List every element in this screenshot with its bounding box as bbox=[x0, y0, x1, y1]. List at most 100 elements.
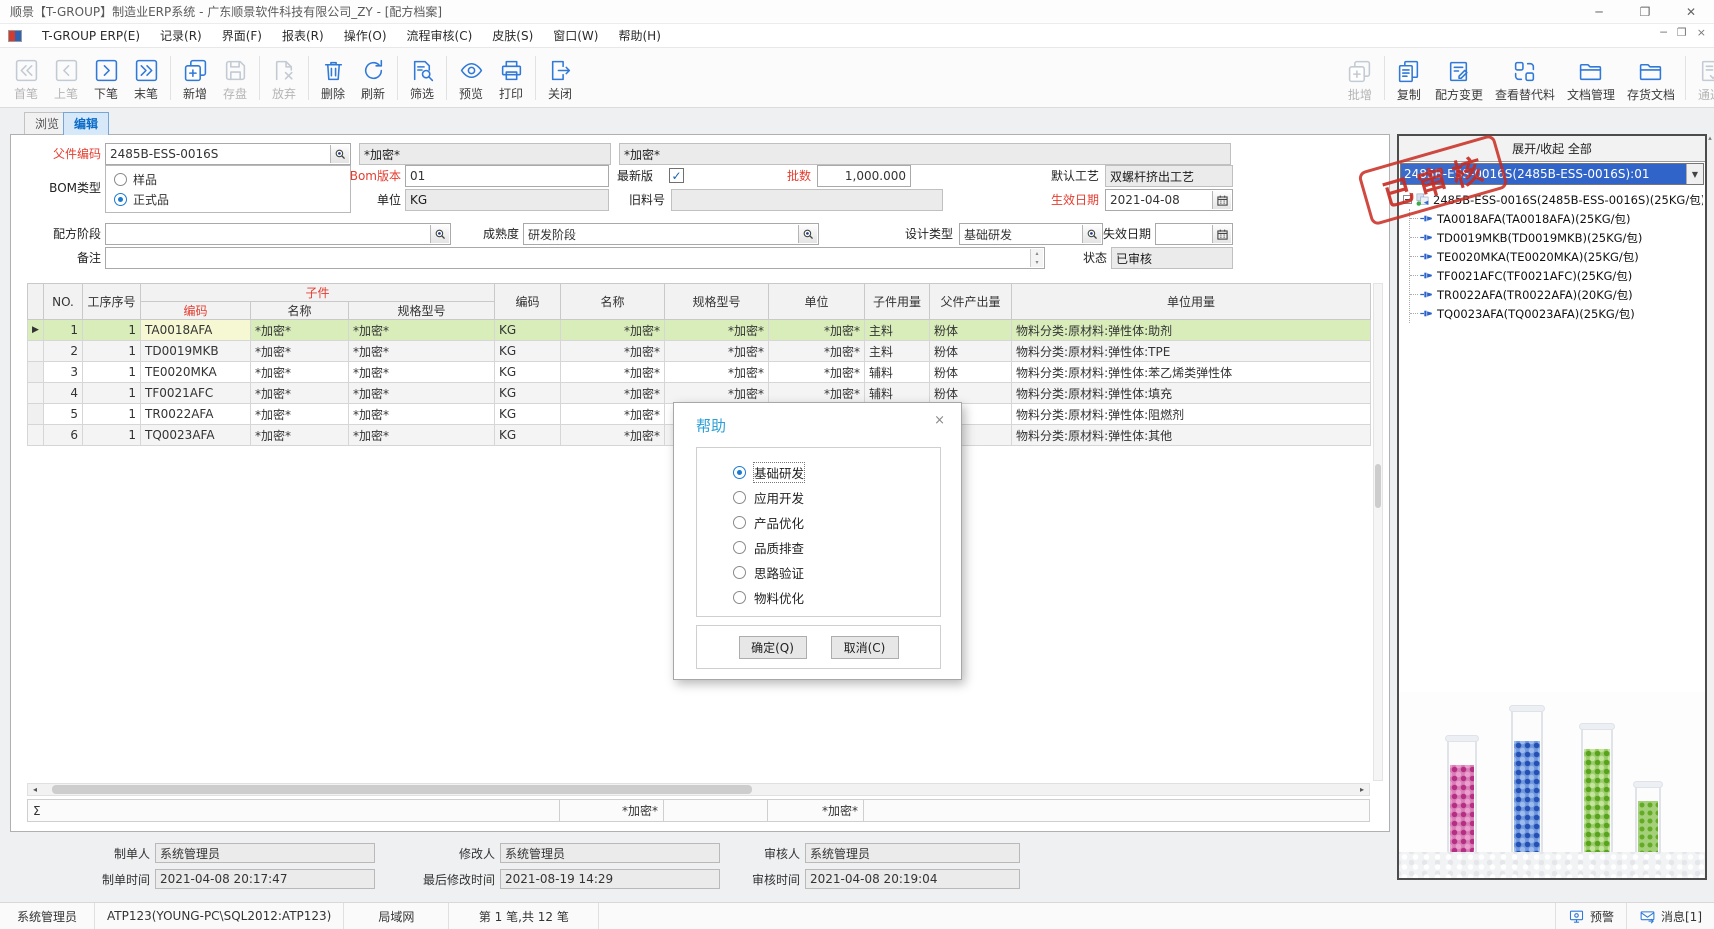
table-cell[interactable]: *加密* bbox=[349, 320, 495, 341]
table-cell[interactable]: *加密* bbox=[251, 320, 349, 341]
table-cell[interactable]: 1 bbox=[83, 425, 141, 446]
table-cell[interactable]: 6 bbox=[44, 425, 83, 446]
table-cell[interactable]: 3 bbox=[44, 362, 83, 383]
menu-item-2[interactable]: 界面(F) bbox=[212, 24, 272, 48]
column-header[interactable]: 子件用量 bbox=[865, 284, 930, 320]
table-cell[interactable]: *加密* bbox=[561, 404, 665, 425]
table-cell[interactable]: 1 bbox=[83, 362, 141, 383]
table-cell[interactable]: 5 bbox=[44, 404, 83, 425]
table-cell[interactable]: *加密* bbox=[769, 341, 865, 362]
table-row[interactable]: 41TF0021AFC*加密**加密*KG*加密**加密**加密*辅料粉体物料分… bbox=[28, 383, 1371, 404]
table-cell[interactable]: *加密* bbox=[251, 341, 349, 362]
dialog-radio-option-2[interactable]: 产品优化 bbox=[733, 510, 940, 535]
menu-item-4[interactable]: 操作(O) bbox=[334, 24, 397, 48]
menu-item-0[interactable]: T-GROUP ERP(E) bbox=[32, 24, 150, 48]
parent-code-field[interactable]: 2485B-ESS-0016S bbox=[105, 143, 351, 165]
table-cell[interactable]: 主料 bbox=[865, 341, 930, 362]
table-cell[interactable]: 物料分类:原材料:弹性体:填充 bbox=[1012, 383, 1371, 404]
bom-type-option-sample[interactable]: 样品 bbox=[106, 169, 350, 189]
calendar-icon[interactable] bbox=[1212, 191, 1231, 209]
scrollbar-thumb[interactable] bbox=[52, 785, 752, 794]
table-cell[interactable]: 粉体 bbox=[930, 320, 1012, 341]
window-minimize-icon[interactable]: ─ bbox=[1576, 0, 1622, 24]
table-cell[interactable]: 辅料 bbox=[865, 362, 930, 383]
dialog-radio-option-0[interactable]: 基础研发 bbox=[733, 460, 940, 485]
table-row[interactable]: 21TD0019MKB*加密**加密*KG*加密**加密**加密*主料粉体物料分… bbox=[28, 341, 1371, 362]
table-cell[interactable]: 物料分类:原材料:弹性体:助剂 bbox=[1012, 320, 1371, 341]
close-icon[interactable]: × bbox=[934, 413, 945, 428]
table-cell[interactable]: *加密* bbox=[251, 425, 349, 446]
maturity-field[interactable]: 研发阶段 bbox=[523, 223, 819, 245]
table-cell[interactable]: *加密* bbox=[349, 362, 495, 383]
bom-version-field[interactable]: 01 bbox=[405, 165, 609, 187]
row-marker[interactable] bbox=[28, 341, 44, 362]
alert-button[interactable]: 预警 bbox=[1555, 903, 1627, 929]
table-cell[interactable]: KG bbox=[495, 404, 561, 425]
table-cell[interactable]: 主料 bbox=[865, 320, 930, 341]
tree-node-0[interactable]: TA0018AFA(TA0018AFA)(25KG/包) bbox=[1410, 209, 1703, 228]
table-cell[interactable]: 1 bbox=[83, 320, 141, 341]
table-cell[interactable]: *加密* bbox=[251, 404, 349, 425]
dialog-radio-option-1[interactable]: 应用开发 bbox=[733, 485, 940, 510]
doc-manage-button[interactable]: 文档管理 bbox=[1561, 51, 1621, 105]
menu-item-5[interactable]: 流程审核(C) bbox=[397, 24, 483, 48]
table-cell[interactable]: 粉体 bbox=[930, 362, 1012, 383]
lookup-icon[interactable] bbox=[430, 225, 449, 243]
substitute-button[interactable]: 查看替代料 bbox=[1489, 51, 1561, 105]
dialog-radio-option-5[interactable]: 物料优化 bbox=[733, 585, 940, 610]
row-marker[interactable] bbox=[28, 404, 44, 425]
window-close-icon[interactable]: ✕ bbox=[1668, 0, 1714, 24]
table-cell[interactable]: *加密* bbox=[665, 320, 769, 341]
vertical-scrollbar[interactable] bbox=[1373, 283, 1383, 781]
scroll-right-icon[interactable]: ▸ bbox=[1355, 784, 1369, 795]
lookup-icon[interactable] bbox=[330, 145, 349, 163]
column-header[interactable]: 单位 bbox=[769, 284, 865, 320]
close-doc-button[interactable]: 关闭 bbox=[540, 51, 580, 105]
column-header[interactable]: 名称 bbox=[561, 284, 665, 320]
table-cell[interactable]: *加密* bbox=[665, 383, 769, 404]
table-cell[interactable]: TD0019MKB bbox=[141, 341, 251, 362]
latest-version-checkbox[interactable]: ✓ bbox=[669, 168, 684, 183]
table-cell[interactable]: *加密* bbox=[561, 425, 665, 446]
effective-date-field[interactable]: 2021-04-08 bbox=[1105, 189, 1233, 211]
table-cell[interactable]: 粉体 bbox=[930, 383, 1012, 404]
calendar-icon[interactable] bbox=[1212, 225, 1231, 243]
table-cell[interactable]: TQ0023AFA bbox=[141, 425, 251, 446]
chevron-down-icon[interactable]: ▼ bbox=[1686, 164, 1703, 184]
table-cell[interactable]: 物料分类:原材料:弹性体:苯乙烯类弹性体 bbox=[1012, 362, 1371, 383]
column-header[interactable]: 规格型号 bbox=[349, 302, 495, 320]
design-type-field[interactable]: 基础研发 bbox=[959, 223, 1103, 245]
formula-stage-field[interactable] bbox=[105, 223, 451, 245]
column-header[interactable]: NO. bbox=[44, 284, 83, 320]
table-cell[interactable]: KG bbox=[495, 425, 561, 446]
mdi-minimize-icon[interactable]: ─ bbox=[1660, 26, 1667, 39]
mdi-restore-icon[interactable]: ❐ bbox=[1677, 26, 1687, 39]
table-cell[interactable]: 2 bbox=[44, 341, 83, 362]
menu-item-6[interactable]: 皮肤(S) bbox=[482, 24, 543, 48]
column-header[interactable]: 规格型号 bbox=[665, 284, 769, 320]
scrollbar-thumb[interactable] bbox=[1375, 464, 1381, 508]
table-cell[interactable]: 物料分类:原材料:弹性体:TPE bbox=[1012, 341, 1371, 362]
copy-button[interactable]: 复制 bbox=[1389, 51, 1429, 105]
refresh-button[interactable]: 刷新 bbox=[353, 51, 393, 105]
batch-field[interactable]: 1,000.000 bbox=[817, 165, 911, 187]
tree-node-1[interactable]: TD0019MKB(TD0019MKB)(25KG/包) bbox=[1410, 228, 1703, 247]
table-cell[interactable]: 辅料 bbox=[865, 383, 930, 404]
column-header[interactable]: 编码 bbox=[495, 284, 561, 320]
table-cell[interactable]: *加密* bbox=[349, 425, 495, 446]
column-header[interactable]: 名称 bbox=[251, 302, 349, 320]
table-cell[interactable]: *加密* bbox=[349, 383, 495, 404]
window-restore-icon[interactable]: ❐ bbox=[1622, 0, 1668, 24]
row-marker[interactable] bbox=[28, 425, 44, 446]
next-button[interactable]: 下笔 bbox=[86, 51, 126, 105]
table-cell[interactable]: *加密* bbox=[561, 341, 665, 362]
table-cell[interactable]: 物料分类:原材料:弹性体:阻燃剂 bbox=[1012, 404, 1371, 425]
table-cell[interactable]: 物料分类:原材料:弹性体:其他 bbox=[1012, 425, 1371, 446]
column-header[interactable]: 单位用量 bbox=[1012, 284, 1371, 320]
row-marker[interactable] bbox=[28, 383, 44, 404]
table-cell[interactable]: TF0021AFC bbox=[141, 383, 251, 404]
menu-item-3[interactable]: 报表(R) bbox=[272, 24, 334, 48]
menu-item-1[interactable]: 记录(R) bbox=[150, 24, 212, 48]
dialog-radio-option-4[interactable]: 思路验证 bbox=[733, 560, 940, 585]
table-cell[interactable]: 1 bbox=[44, 320, 83, 341]
